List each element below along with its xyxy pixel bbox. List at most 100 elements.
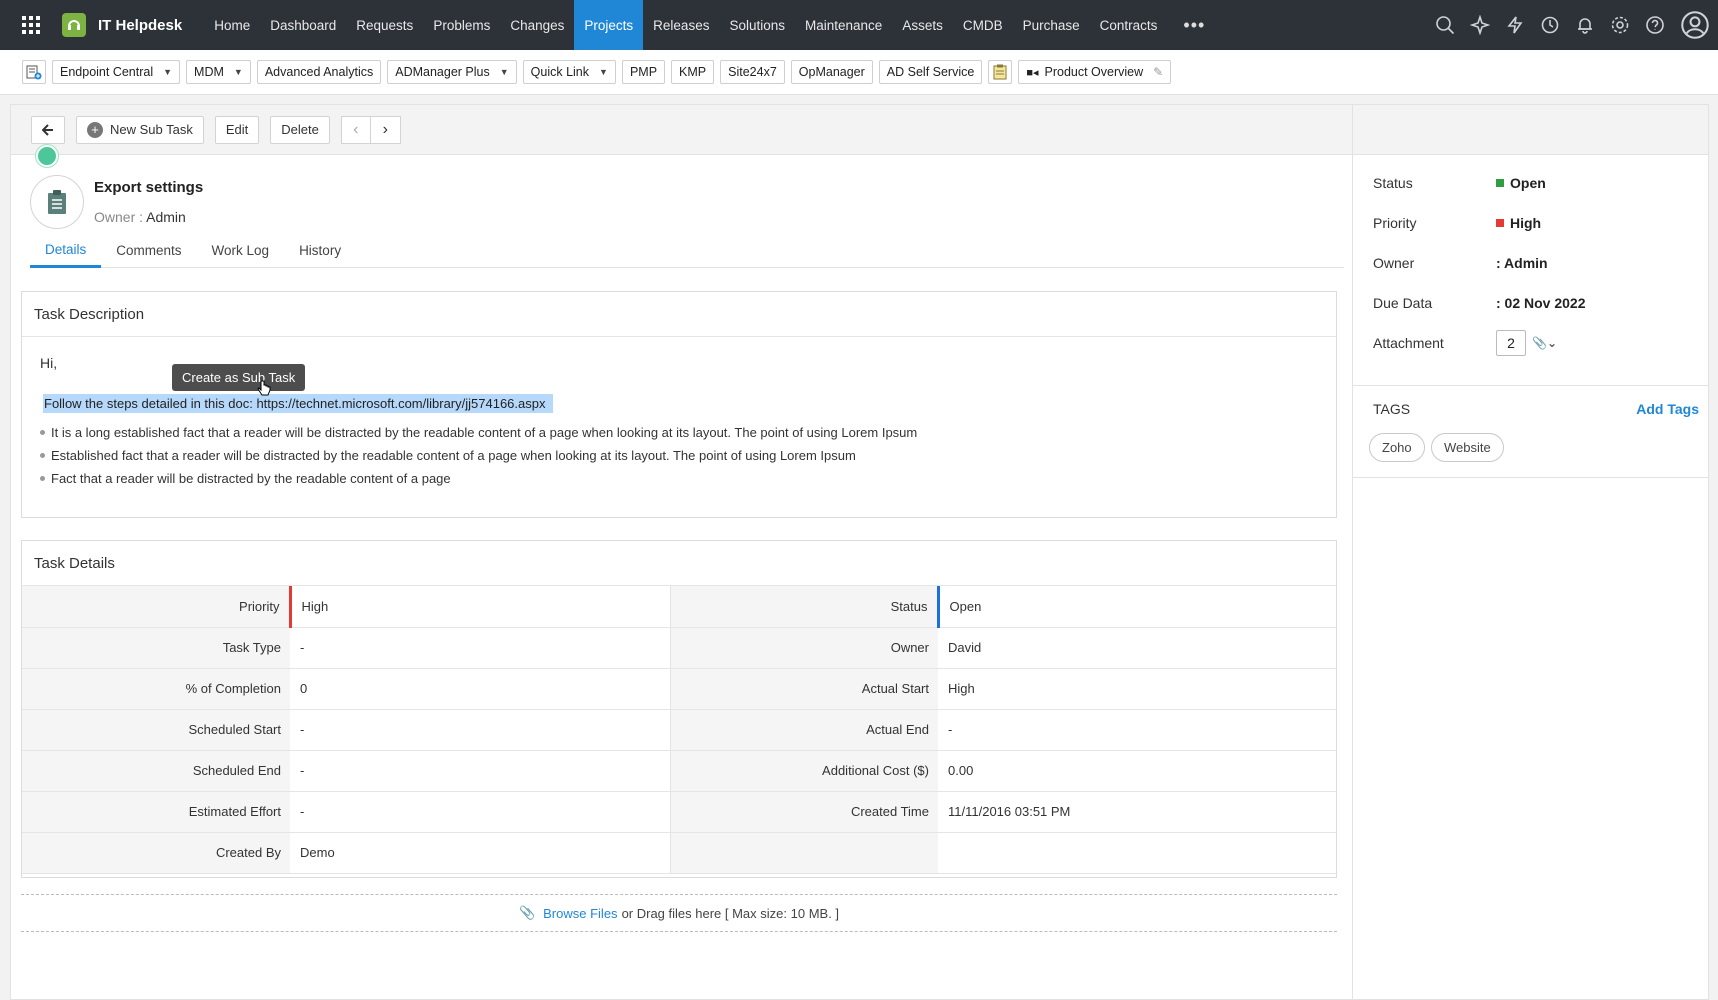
tab-history[interactable]: History (284, 233, 356, 268)
arrow-left-icon (42, 123, 53, 136)
property-label: Due Data (1373, 295, 1433, 311)
selected-description-text[interactable]: Follow the steps detailed in this doc: h… (43, 394, 554, 413)
detail-value[interactable]: 0 (290, 668, 671, 710)
help-icon[interactable] (1637, 0, 1672, 50)
tag-website[interactable]: Website (1431, 433, 1504, 462)
app-grid-icon[interactable] (0, 0, 62, 50)
quick-link-site24x7[interactable]: Site24x7 (720, 60, 785, 84)
detail-value (938, 832, 1336, 874)
walkthrough-hint-icon[interactable] (36, 145, 58, 167)
dropzone-hint: or Drag files here [ Max size: 10 MB. ] (621, 905, 840, 921)
nav-dashboard[interactable]: Dashboard (260, 0, 346, 50)
detail-value[interactable]: - (290, 791, 671, 833)
lightning-icon[interactable] (1497, 0, 1532, 50)
clipboard-icon[interactable] (988, 60, 1013, 84)
nav-changes[interactable]: Changes (500, 0, 574, 50)
nav-problems[interactable]: Problems (423, 0, 500, 50)
detail-value[interactable]: 11/11/2016 03:51 PM (938, 791, 1336, 833)
quick-link-ad-self-service[interactable]: AD Self Service (878, 60, 983, 84)
quick-link-label: PMP (629, 65, 658, 79)
owner-value[interactable]: : Admin (1496, 255, 1548, 271)
caret-down-icon: ▼ (499, 67, 509, 77)
record-pager: ‹ › (340, 115, 401, 144)
detail-label: Status (670, 586, 938, 628)
priority-value[interactable]: High (1496, 215, 1541, 231)
sparkle-icon[interactable] (1462, 0, 1497, 50)
delete-button[interactable]: Delete (270, 115, 330, 144)
owner-value: Admin (146, 209, 186, 225)
tag-zoho[interactable]: Zoho (1369, 433, 1425, 462)
add-quick-link-icon[interactable] (22, 60, 46, 84)
file-dropzone[interactable]: 📎 Browse Files or Drag files here [ Max … (21, 894, 1337, 932)
create-as-sub-task-tooltip[interactable]: Create as Sub Task (172, 364, 306, 391)
detail-value[interactable]: Demo (290, 832, 671, 874)
nav-purchase[interactable]: Purchase (1013, 0, 1090, 50)
previous-record-icon[interactable]: ‹ (340, 115, 371, 144)
nav-requests[interactable]: Requests (346, 0, 423, 50)
nav-cmdb[interactable]: CMDB (953, 0, 1013, 50)
detail-value-status[interactable]: Open (936, 586, 1336, 628)
nav-solutions[interactable]: Solutions (719, 0, 795, 50)
nav-assets[interactable]: Assets (892, 0, 953, 50)
tags-title: TAGS (1373, 401, 1411, 417)
edit-button[interactable]: Edit (214, 115, 260, 144)
bell-icon[interactable] (1567, 0, 1602, 50)
quick-link-kmp[interactable]: KMP (671, 60, 715, 84)
quick-link-quick-link[interactable]: Quick Link ▼ (522, 60, 616, 84)
search-icon[interactable] (1427, 0, 1462, 50)
browse-files-link[interactable]: Browse Files (543, 906, 617, 921)
owner-property: Owner : Admin (1373, 253, 1548, 273)
attachment-count[interactable]: 2 (1496, 330, 1526, 356)
history-icon[interactable] (1532, 0, 1567, 50)
nav-contracts[interactable]: Contracts (1090, 0, 1168, 50)
nav-maintenance[interactable]: Maintenance (795, 0, 892, 50)
list-item: It is a long established fact that a rea… (40, 425, 917, 440)
detail-value[interactable]: - (290, 750, 671, 792)
detail-label: Priority (22, 586, 290, 628)
quick-link-opmanager[interactable]: OpManager (790, 60, 873, 84)
product-overview-button[interactable]: ■◂ Product Overview ✎ (1018, 60, 1172, 84)
quick-link-endpoint-central[interactable]: Endpoint Central ▼ (52, 60, 181, 84)
table-row: Scheduled End - Additional Cost ($) 0.00 (22, 750, 1336, 792)
quick-link-mdm[interactable]: MDM ▼ (186, 60, 251, 84)
quick-link-advanced-analytics[interactable]: Advanced Analytics (256, 60, 382, 84)
detail-value[interactable]: - (290, 709, 671, 751)
detail-value[interactable]: David (938, 627, 1336, 669)
nav-projects[interactable]: Projects (574, 0, 644, 50)
detail-value[interactable]: - (290, 627, 671, 669)
tab-work-log[interactable]: Work Log (197, 233, 285, 268)
task-description-body[interactable]: Hi, Follow the steps detailed in this do… (22, 337, 1336, 517)
task-description-panel: Task Description Hi, Follow the steps de… (21, 291, 1337, 518)
nav-releases[interactable]: Releases (643, 0, 719, 50)
next-record-icon[interactable]: › (370, 115, 401, 144)
nav-home[interactable]: Home (204, 0, 260, 50)
new-sub-task-button[interactable]: + New Sub Task (76, 115, 204, 144)
brand[interactable]: IT Helpdesk (62, 0, 182, 50)
tab-comments[interactable]: Comments (101, 233, 196, 268)
pin-icon[interactable]: ✎ (1153, 65, 1163, 79)
app-name: IT Helpdesk (98, 16, 183, 34)
add-tags-link[interactable]: Add Tags (1636, 401, 1699, 417)
property-label: Status (1373, 175, 1413, 191)
product-overview-label: Product Overview (1044, 65, 1144, 79)
detail-value[interactable]: 0.00 (938, 750, 1336, 792)
paperclip-dropdown-icon[interactable]: 📎⌄ (1532, 336, 1557, 350)
detail-value[interactable]: High (938, 668, 1336, 710)
tab-details[interactable]: Details (30, 233, 102, 268)
quick-link-admanager-plus[interactable]: ADManager Plus ▼ (387, 60, 517, 84)
task-details-table: Priority High Status Open Task Type - Ow… (22, 586, 1336, 874)
description-bullets: It is a long established fact that a rea… (40, 425, 917, 494)
status-value[interactable]: Open (1496, 175, 1546, 191)
settings-icon[interactable] (1602, 0, 1637, 50)
user-avatar-icon[interactable] (1672, 0, 1718, 50)
quick-link-label: Quick Link (530, 65, 590, 79)
back-button[interactable] (31, 115, 65, 144)
detail-value[interactable]: - (938, 709, 1336, 751)
due-date-value[interactable]: : 02 Nov 2022 (1496, 295, 1586, 311)
task-title: Export settings (94, 179, 204, 196)
detail-value-priority[interactable]: High (288, 586, 671, 628)
nav-more-button[interactable]: ••• (1167, 0, 1221, 50)
quick-link-pmp[interactable]: PMP (621, 60, 666, 84)
detail-label: Estimated Effort (22, 791, 290, 833)
quick-link-label: AD Self Service (886, 65, 975, 79)
